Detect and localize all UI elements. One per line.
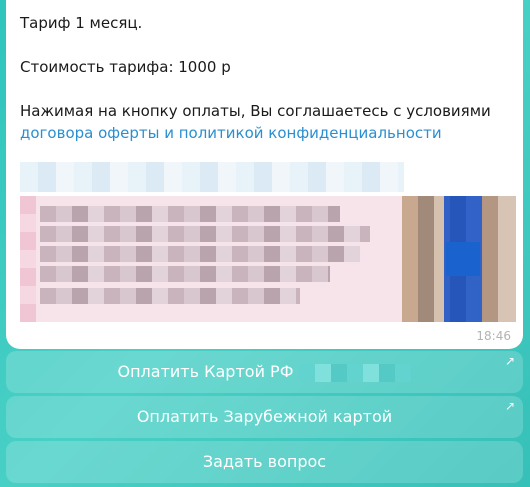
link-preview-card[interactable] [20, 196, 516, 322]
price-line: Стоимость тарифа: 1000 р [20, 58, 231, 76]
pay-foreign-card-label: Оплатить Зарубежной картой [136, 407, 393, 426]
pay-foreign-card-button[interactable]: Оплатить Зарубежной картой ↗ [6, 396, 523, 438]
agreement-line: Нажимая на кнопку оплаты, Вы соглашаетес… [20, 102, 491, 120]
link-preview-title-redacted [20, 162, 404, 192]
pay-rf-card-button[interactable]: Оплатить Картой РФ ↗ [6, 351, 523, 393]
preview-thumbnail-redacted [402, 196, 516, 322]
ask-question-label: Задать вопрос [202, 452, 327, 471]
redacted-text-row [40, 288, 300, 304]
redacted-text-row [40, 226, 370, 242]
tariff-line: Тариф 1 месяц. [20, 14, 143, 32]
ask-question-button[interactable]: Задать вопрос [6, 441, 523, 483]
arrow-up-right-icon: ↗ [504, 399, 515, 413]
arrow-up-right-icon: ↗ [504, 354, 515, 368]
redacted-text-row [40, 206, 340, 222]
offer-policy-link[interactable]: договора оферты и политикой конфиденциал… [20, 124, 442, 142]
message-bubble: Тариф 1 месяц. Стоимость тарифа: 1000 р … [6, 0, 523, 349]
redacted-text-row [40, 266, 330, 282]
message-time: 18:46 [476, 329, 511, 343]
preview-accent-bar [20, 196, 36, 322]
redacted-text-row [40, 246, 360, 262]
redacted-text [299, 363, 412, 382]
pay-rf-card-label: Оплатить Картой РФ [117, 362, 294, 381]
message-text: Тариф 1 месяц. Стоимость тарифа: 1000 р … [20, 12, 515, 144]
